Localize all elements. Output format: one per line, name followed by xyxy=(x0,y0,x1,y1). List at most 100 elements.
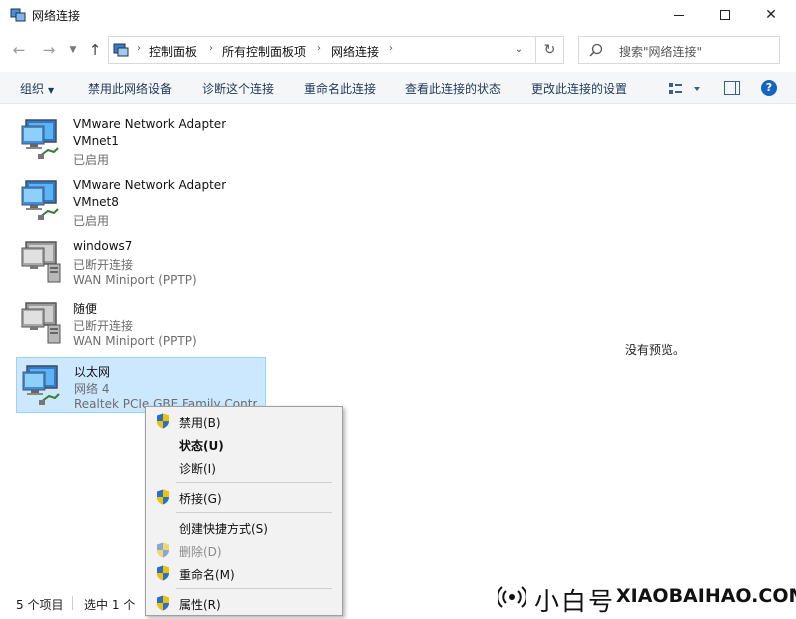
help-icon[interactable]: ? xyxy=(761,80,777,96)
menu-item-status[interactable]: 状态(U) xyxy=(146,433,342,455)
uac-shield-icon xyxy=(157,413,169,429)
forward-button[interactable]: → xyxy=(40,40,58,60)
refresh-button[interactable]: ↻ xyxy=(535,37,563,63)
address-history-dropdown[interactable]: ⌄ xyxy=(511,42,527,58)
address-bar[interactable]: › 控制面板 › 所有控制面板项 › 网络连接 › ⌄ ↻ xyxy=(108,36,564,64)
view-status-button[interactable]: 查看此连接的状态 xyxy=(405,80,501,97)
menu-separator xyxy=(176,588,332,589)
title-bar: 网络连接 ✕ xyxy=(0,0,796,30)
connection-item-ethernet[interactable]: 以太网 网络 4 Realtek PCIe GBE Family Contr xyxy=(16,357,266,413)
uac-shield-icon xyxy=(157,565,169,581)
connection-name: VMware Network Adapter xyxy=(73,117,227,131)
connection-status: 已启用 xyxy=(73,153,110,167)
breadcrumb-control-panel[interactable]: 控制面板 xyxy=(149,43,197,60)
diagnose-connection-button[interactable]: 诊断这个连接 xyxy=(202,80,274,97)
connection-name: 以太网 xyxy=(74,365,111,379)
caret-down-icon: ▼ xyxy=(48,86,55,95)
chevron-down-icon: ⌄ xyxy=(514,44,524,55)
maximize-icon xyxy=(720,10,730,20)
item-count: 5 个项目 xyxy=(16,598,64,612)
connection-device: WAN Miniport (PPTP) xyxy=(73,334,197,348)
recent-locations-button[interactable]: ▼ xyxy=(64,40,82,60)
connections-view: VMware Network Adapter VMnet1 已启用 VMware… xyxy=(0,104,796,588)
connection-device: WAN Miniport (PPTP) xyxy=(73,273,197,287)
menu-item-delete[interactable]: 删除(D) xyxy=(146,539,342,561)
up-arrow-icon: ↑ xyxy=(88,41,102,59)
breadcrumb-separator-icon: › xyxy=(137,43,141,54)
connection-network: 已断开连接 xyxy=(73,319,134,333)
uac-shield-icon xyxy=(157,595,169,611)
connection-network: 已断开连接 xyxy=(73,258,134,272)
back-arrow-icon: ← xyxy=(12,41,26,59)
connection-name: 随便 xyxy=(73,302,98,316)
watermark-brand-cn: 小白号 xyxy=(534,587,616,616)
search-icon xyxy=(589,43,603,57)
connection-status: 已启用 xyxy=(73,214,110,228)
connection-item-suibian[interactable]: 随便 已断开连接 WAN Miniport (PPTP) xyxy=(16,295,266,351)
breadcrumb-network-connections[interactable]: 网络连接 xyxy=(331,43,379,60)
minimize-button[interactable] xyxy=(656,0,702,30)
connection-item-windows7[interactable]: windows7 已断开连接 WAN Miniport (PPTP) xyxy=(16,234,266,290)
chevron-down-icon: ▼ xyxy=(69,45,77,55)
lan-adapter-icon xyxy=(22,365,60,405)
search-box[interactable]: 搜索"网络连接" xyxy=(578,36,780,64)
connection-name: windows7 xyxy=(73,239,133,253)
preview-pane-message: 没有预览。 xyxy=(625,343,686,357)
command-bar: 组织 ▼ 禁用此网络设备 诊断这个连接 重命名此连接 查看此连接的状态 更改此连接… xyxy=(0,72,796,104)
search-placeholder: 搜索"网络连接" xyxy=(619,45,703,59)
context-menu: 禁用(B) 状态(U) 诊断(I) 桥接(G) 创建快捷方式(S) 删除(D) … xyxy=(145,406,343,616)
menu-item-rename[interactable]: 重命名(M) xyxy=(146,562,342,584)
connection-network: VMnet1 xyxy=(73,134,119,148)
status-divider xyxy=(72,596,73,610)
menu-item-label: 重命名(M) xyxy=(179,568,235,582)
menu-item-label: 桥接(G) xyxy=(179,492,222,506)
change-settings-button[interactable]: 更改此连接的设置 xyxy=(531,80,627,97)
menu-item-disable[interactable]: 禁用(B) xyxy=(146,410,342,432)
navigation-bar: ← → ▼ ↑ › 控制面板 › 所有控制面板项 › 网络连接 › ⌄ ↻ 搜索… xyxy=(0,30,796,70)
control-panel-icon xyxy=(113,43,129,57)
back-button[interactable]: ← xyxy=(10,40,28,60)
organize-menu-button[interactable]: 组织 ▼ xyxy=(20,80,54,97)
network-connections-app-icon xyxy=(10,8,26,22)
menu-item-label: 属性(R) xyxy=(179,598,221,612)
minimize-icon xyxy=(674,14,684,16)
connection-network: 网络 4 xyxy=(74,382,110,396)
menu-item-bridge[interactable]: 桥接(G) xyxy=(146,486,342,508)
breadcrumb-separator-icon: › xyxy=(209,43,213,54)
uac-shield-icon xyxy=(157,542,169,558)
change-view-icon[interactable] xyxy=(668,81,704,97)
menu-item-label: 创建快捷方式(S) xyxy=(179,522,268,536)
close-button[interactable]: ✕ xyxy=(748,0,794,30)
watermark-logo: 小白号 XIAOBAIHAO.COM xyxy=(496,578,796,616)
connection-network: VMnet8 xyxy=(73,195,119,209)
menu-item-label: 诊断(I) xyxy=(179,462,216,476)
breadcrumb-all-items[interactable]: 所有控制面板项 xyxy=(222,43,306,60)
disable-device-button[interactable]: 禁用此网络设备 xyxy=(88,80,172,97)
menu-separator xyxy=(176,512,332,513)
lan-adapter-icon xyxy=(21,119,59,159)
uac-shield-icon xyxy=(157,489,169,505)
watermark-brand-en: XIAOBAIHAO.COM xyxy=(616,585,796,607)
broadcast-icon xyxy=(498,586,526,608)
window-title: 网络连接 xyxy=(32,9,81,23)
connection-item-vmnet1[interactable]: VMware Network Adapter VMnet1 已启用 xyxy=(16,112,266,168)
menu-item-label: 禁用(B) xyxy=(179,416,221,430)
breadcrumb-separator-icon: › xyxy=(389,43,393,54)
menu-separator xyxy=(176,482,332,483)
dialup-connection-icon xyxy=(21,241,61,283)
breadcrumb-separator-icon: › xyxy=(317,43,321,54)
maximize-button[interactable] xyxy=(702,0,748,30)
connection-item-vmnet8[interactable]: VMware Network Adapter VMnet8 已启用 xyxy=(16,173,266,229)
connection-name: VMware Network Adapter xyxy=(73,178,227,192)
selection-count: 选中 1 个 xyxy=(84,598,136,612)
rename-connection-button[interactable]: 重命名此连接 xyxy=(304,80,376,97)
forward-arrow-icon: → xyxy=(42,41,56,59)
menu-item-label: 状态(U) xyxy=(179,439,224,453)
menu-item-create-shortcut[interactable]: 创建快捷方式(S) xyxy=(146,516,342,538)
preview-pane-toggle-icon[interactable] xyxy=(724,81,740,95)
menu-item-diagnose[interactable]: 诊断(I) xyxy=(146,456,342,478)
menu-item-label: 删除(D) xyxy=(179,545,222,559)
organize-label: 组织 xyxy=(20,82,45,96)
up-button[interactable]: ↑ xyxy=(86,40,104,60)
menu-item-properties[interactable]: 属性(R) xyxy=(146,592,342,614)
